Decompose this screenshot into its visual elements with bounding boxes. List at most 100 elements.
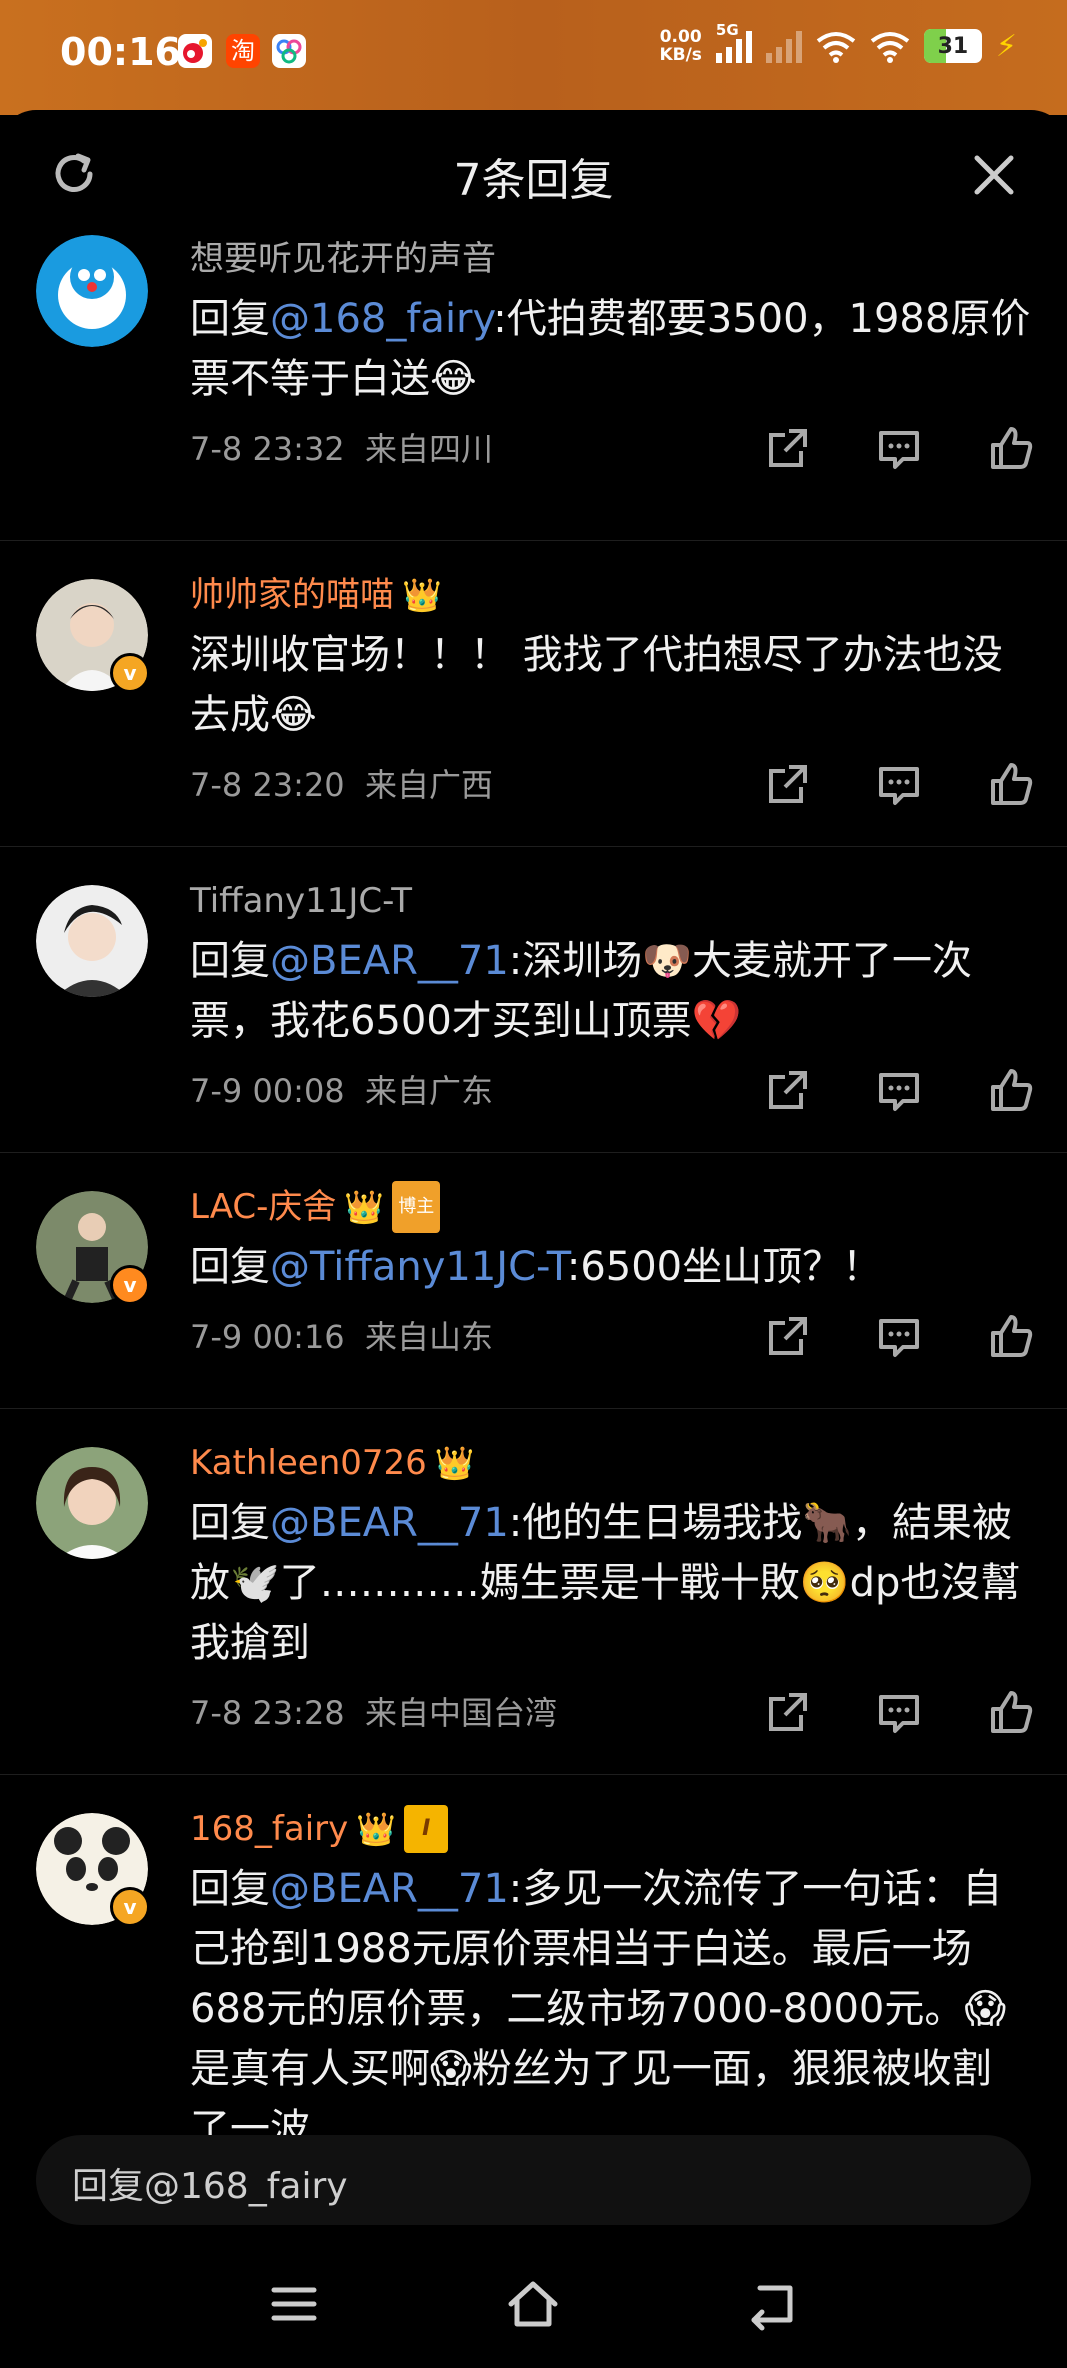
comment-icon[interactable] bbox=[873, 423, 925, 475]
like-icon[interactable] bbox=[985, 1687, 1037, 1739]
comment-time: 7-9 00:08 bbox=[190, 1072, 345, 1110]
comment-author[interactable]: 想要听见花开的声音 bbox=[190, 235, 1031, 283]
comment-item: v 168_fairy 👑 I 回复@BEAR__71:多见一次流传了一句话：自己抢… bbox=[0, 1775, 1067, 2195]
verified-badge: v bbox=[110, 653, 150, 693]
reply-input[interactable]: 回复@168_fairy bbox=[36, 2135, 1031, 2225]
avatar[interactable]: v bbox=[36, 579, 150, 693]
comment-icon[interactable] bbox=[873, 1311, 925, 1363]
level-badge: I bbox=[404, 1805, 449, 1853]
comment-time: 7-8 23:20 bbox=[190, 766, 345, 804]
mention-link[interactable]: @BEAR__71 bbox=[270, 1500, 509, 1546]
comment-icon[interactable] bbox=[873, 759, 925, 811]
home-icon[interactable] bbox=[505, 2276, 561, 2332]
mention-link[interactable]: @BEAR__71 bbox=[270, 938, 509, 984]
author-name[interactable]: Kathleen0726 bbox=[190, 1439, 427, 1487]
author-name[interactable]: Tiffany11JC-T bbox=[190, 877, 412, 925]
share-icon[interactable] bbox=[761, 1687, 813, 1739]
comment-actions bbox=[761, 1311, 1037, 1363]
author-name[interactable]: 想要听见花开的声音 bbox=[190, 235, 496, 283]
comment-location: 来自四川 bbox=[365, 430, 494, 468]
author-name[interactable]: 帅帅家的喵喵 bbox=[190, 571, 394, 619]
author-name[interactable]: 168_fairy bbox=[190, 1805, 348, 1853]
battery-level: 31 bbox=[937, 33, 969, 59]
comment-content: 深圳收官场！！！ 我找了代拍想尽了办法也没去成😂 bbox=[190, 632, 1003, 738]
net-speed-unit: KB/s bbox=[659, 45, 702, 65]
comment-location: 来自中国台湾 bbox=[365, 1694, 558, 1732]
crown-icon: 👑 bbox=[344, 1188, 385, 1226]
avatar[interactable] bbox=[36, 885, 148, 997]
comment-time: 7-8 23:32 bbox=[190, 430, 345, 468]
weibo-app-icon bbox=[178, 34, 212, 68]
comment-item: Tiffany11JC-T 回复@BEAR__71:深圳场🐶大麦就开了一次票，我… bbox=[0, 847, 1067, 1153]
author-name[interactable]: LAC-庆舍 bbox=[190, 1183, 336, 1231]
share-icon[interactable] bbox=[761, 1311, 813, 1363]
status-time: 00:16 bbox=[60, 30, 181, 74]
avatar[interactable] bbox=[36, 1447, 148, 1559]
verified-badge: v bbox=[110, 1265, 150, 1305]
comment-author[interactable]: LAC-庆舍 👑 博主 bbox=[190, 1181, 1031, 1233]
comment-author[interactable]: 帅帅家的喵喵 👑 bbox=[190, 571, 1031, 619]
comment-text: 回复@BEAR__71:深圳场🐶大麦就开了一次票，我花6500才买到山顶票💔 bbox=[190, 931, 1031, 1051]
comment-item: Kathleen0726 👑 回复@BEAR__71:他的生日場我找🐂，結果被放🕊… bbox=[0, 1409, 1067, 1775]
reply-input-placeholder[interactable]: 回复@168_fairy bbox=[72, 2157, 348, 2209]
crown-icon: 👑 bbox=[434, 1444, 475, 1482]
share-icon[interactable] bbox=[761, 1065, 813, 1117]
like-icon[interactable] bbox=[985, 1311, 1037, 1363]
mention-link[interactable]: @168_fairy bbox=[270, 296, 493, 342]
comment-time: 7-8 23:28 bbox=[190, 1694, 345, 1732]
taobao-app-icon: 淘 bbox=[226, 34, 260, 68]
replies-sheet: 7条回复 想要听见花开的声音 回复@168_fairy:代拍费都要3500，19… bbox=[0, 110, 1067, 2368]
wifi-icon bbox=[816, 32, 856, 63]
comment-author[interactable]: Tiffany11JC-T bbox=[190, 877, 1031, 925]
comment-item: v 帅帅家的喵喵 👑 深圳收官场！！！ 我找了代拍想尽了办法也没去成😂 7-8 2… bbox=[0, 541, 1067, 847]
blogger-tag: 博主 bbox=[392, 1181, 441, 1233]
close-icon[interactable] bbox=[971, 152, 1017, 198]
comment-text: 深圳收官场！！！ 我找了代拍想尽了办法也没去成😂 bbox=[190, 625, 1031, 745]
comment-author[interactable]: Kathleen0726 👑 bbox=[190, 1439, 1031, 1487]
wifi-icon-secondary bbox=[870, 32, 910, 63]
comment-author[interactable]: 168_fairy 👑 I bbox=[190, 1805, 1031, 1853]
reply-prefix: 回复 bbox=[190, 296, 270, 342]
reply-prefix: 回复 bbox=[190, 938, 270, 984]
status-indicators: 0.00 KB/s 5G 31 ⚡ bbox=[659, 21, 1017, 64]
back-icon[interactable] bbox=[744, 2276, 800, 2332]
system-nav-bar bbox=[0, 2238, 1067, 2368]
share-icon[interactable] bbox=[761, 759, 813, 811]
comment-list: 想要听见花开的声音 回复@168_fairy:代拍费都要3500，1988原价票… bbox=[0, 235, 1067, 2225]
comment-icon[interactable] bbox=[873, 1687, 925, 1739]
mention-link[interactable]: @Tiffany11JC-T bbox=[270, 1244, 567, 1290]
comment-actions bbox=[761, 423, 1037, 475]
comment-time: 7-9 00:16 bbox=[190, 1318, 345, 1356]
crown-icon: 👑 bbox=[402, 576, 442, 614]
comment-text: 回复@BEAR__71:多见一次流传了一句话：自己抢到1988元原价票相当于白送… bbox=[190, 1859, 1031, 2159]
share-icon[interactable] bbox=[761, 423, 813, 475]
page-title: 7条回复 bbox=[453, 155, 614, 206]
like-icon[interactable] bbox=[985, 1065, 1037, 1117]
comment-location: 来自广东 bbox=[365, 1072, 494, 1110]
status-bar: 00:16 淘 0.00 KB/s 5G 31 ⚡ bbox=[0, 0, 1067, 115]
comment-actions bbox=[761, 1065, 1037, 1117]
comment-icon[interactable] bbox=[873, 1065, 925, 1117]
mention-link[interactable]: @BEAR__71 bbox=[270, 1866, 509, 1912]
crown-icon: 👑 bbox=[356, 1810, 397, 1848]
signal-icon-secondary bbox=[765, 29, 802, 63]
comment-text: 回复@Tiffany11JC-T:6500坐山顶？！ bbox=[190, 1237, 1031, 1297]
comment-actions bbox=[761, 759, 1037, 811]
like-icon[interactable] bbox=[985, 423, 1037, 475]
comment-item: 想要听见花开的声音 回复@168_fairy:代拍费都要3500，1988原价票… bbox=[0, 235, 1067, 541]
comment-text: 回复@168_fairy:代拍费都要3500，1988原价票不等于白送😂 bbox=[190, 289, 1031, 409]
reply-prefix: 回复 bbox=[190, 1500, 270, 1546]
sheet-header: 7条回复 bbox=[0, 110, 1067, 230]
network-type: 5G bbox=[715, 21, 739, 39]
comment-location: 来自山东 bbox=[365, 1318, 494, 1356]
like-icon[interactable] bbox=[985, 759, 1037, 811]
verified-badge: v bbox=[110, 1887, 150, 1927]
avatar[interactable]: v bbox=[36, 1191, 150, 1305]
comment-content: :6500坐山顶？！ bbox=[566, 1244, 883, 1290]
comment-location: 来自广西 bbox=[365, 766, 494, 804]
avatar[interactable] bbox=[36, 235, 148, 347]
avatar[interactable]: v bbox=[36, 1813, 150, 1927]
menu-icon[interactable] bbox=[266, 2276, 322, 2332]
reply-prefix: 回复 bbox=[190, 1244, 270, 1290]
net-speed: 0.00 KB/s bbox=[659, 28, 701, 64]
